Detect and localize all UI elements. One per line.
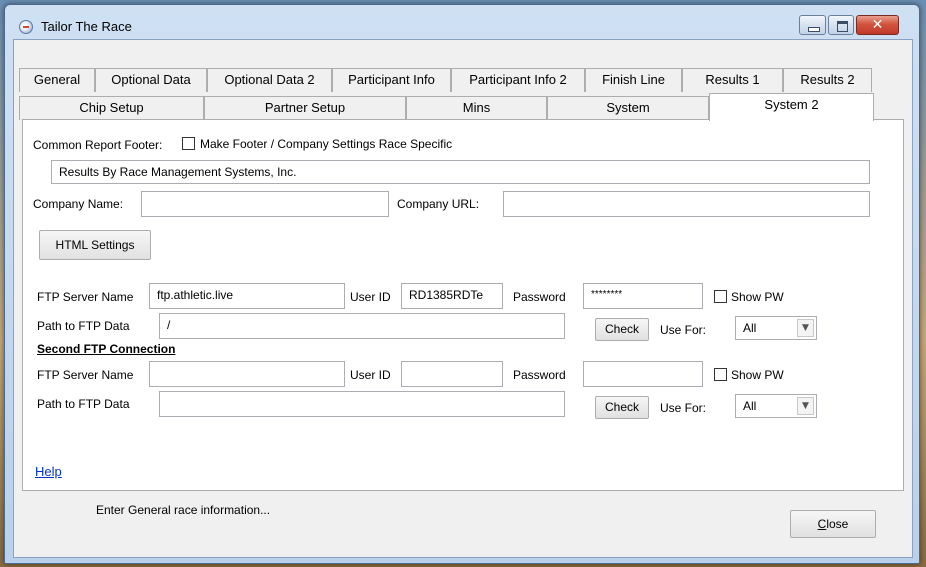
dialog-client: General Optional Data Optional Data 2 Pa…	[13, 39, 913, 558]
ftp-server-input[interactable]: ftp.athletic.live	[149, 283, 345, 309]
tab-system[interactable]: System	[547, 96, 709, 120]
ftp-password-label: Password	[513, 290, 566, 304]
ftp2-password-input[interactable]	[583, 361, 703, 387]
app-icon	[19, 20, 33, 34]
ftp-show-pw-checkbox[interactable]	[714, 290, 727, 303]
title-bar[interactable]: Tailor The Race ✕	[5, 5, 919, 43]
tab-general[interactable]: General	[19, 68, 95, 92]
tab-system-2[interactable]: System 2	[709, 93, 874, 121]
footer-text-input[interactable]: Results By Race Management Systems, Inc.	[51, 160, 870, 184]
ftp-path-label: Path to FTP Data	[37, 319, 130, 333]
app-window: Tailor The Race ✕ General Optional Data …	[4, 4, 920, 564]
close-label-rest: lose	[826, 517, 849, 531]
ftp2-password-label: Password	[513, 368, 566, 382]
ftp-user-id-label: User ID	[350, 290, 391, 304]
tab-results-1[interactable]: Results 1	[682, 68, 783, 92]
close-icon: ✕	[871, 17, 884, 33]
ftp-user-id-input[interactable]: RD1385RDTe	[401, 283, 503, 309]
close-button[interactable]: Close	[790, 510, 876, 538]
chevron-down-icon: ▼	[797, 397, 814, 415]
ftp2-use-for-value: All	[743, 399, 757, 413]
company-url-label: Company URL:	[397, 197, 480, 211]
second-ftp-heading: Second FTP Connection	[37, 342, 176, 356]
help-link[interactable]: Help	[35, 464, 62, 479]
html-settings-button[interactable]: HTML Settings	[39, 230, 151, 260]
ftp2-show-pw-label: Show PW	[731, 368, 784, 382]
company-name-label: Company Name:	[33, 197, 124, 211]
maximize-icon	[837, 21, 848, 32]
minimize-icon	[808, 27, 820, 32]
window-title: Tailor The Race	[41, 19, 132, 34]
chevron-down-icon: ▼	[797, 319, 814, 337]
tab-participant-info[interactable]: Participant Info	[332, 68, 451, 92]
ftp2-path-label: Path to FTP Data	[37, 397, 130, 411]
ftp2-user-id-input[interactable]	[401, 361, 503, 387]
tab-participant-info-2[interactable]: Participant Info 2	[451, 68, 585, 92]
ftp2-user-id-label: User ID	[350, 368, 391, 382]
tab-partner-setup[interactable]: Partner Setup	[204, 96, 406, 120]
ftp-server-label: FTP Server Name	[37, 290, 134, 304]
ftp-show-pw-label: Show PW	[731, 290, 784, 304]
tab-optional-data-2[interactable]: Optional Data 2	[207, 68, 332, 92]
ftp-use-for-value: All	[743, 321, 757, 335]
ftp-use-for-label: Use For:	[660, 323, 707, 337]
status-text: Enter General race information...	[96, 503, 271, 517]
tab-mins[interactable]: Mins	[406, 96, 547, 120]
ftp2-check-button[interactable]: Check	[595, 396, 649, 419]
system-2-panel: Common Report Footer: Make Footer / Comp…	[22, 119, 904, 491]
close-window-button[interactable]: ✕	[856, 15, 899, 35]
maximize-button[interactable]	[828, 15, 854, 35]
ftp-path-input[interactable]: /	[159, 313, 565, 339]
company-url-input[interactable]	[503, 191, 870, 217]
ftp2-path-input[interactable]	[159, 391, 565, 417]
ftp2-use-for-select[interactable]: All ▼	[735, 394, 817, 418]
tab-results-2[interactable]: Results 2	[783, 68, 872, 92]
ftp-use-for-select[interactable]: All ▼	[735, 316, 817, 340]
ftp2-server-label: FTP Server Name	[37, 368, 134, 382]
tab-chip-setup[interactable]: Chip Setup	[19, 96, 204, 120]
minimize-button[interactable]	[799, 15, 826, 35]
ftp2-server-input[interactable]	[149, 361, 345, 387]
race-specific-checkbox[interactable]	[182, 137, 195, 150]
footer-label: Common Report Footer:	[33, 138, 163, 152]
ftp-password-input[interactable]: ********	[583, 283, 703, 309]
ftp2-use-for-label: Use For:	[660, 401, 707, 415]
ftp-check-button[interactable]: Check	[595, 318, 649, 341]
race-specific-label: Make Footer / Company Settings Race Spec…	[200, 137, 453, 151]
company-name-input[interactable]	[141, 191, 389, 217]
tab-finish-line[interactable]: Finish Line	[585, 68, 682, 92]
tab-optional-data[interactable]: Optional Data	[95, 68, 207, 92]
ftp2-show-pw-checkbox[interactable]	[714, 368, 727, 381]
